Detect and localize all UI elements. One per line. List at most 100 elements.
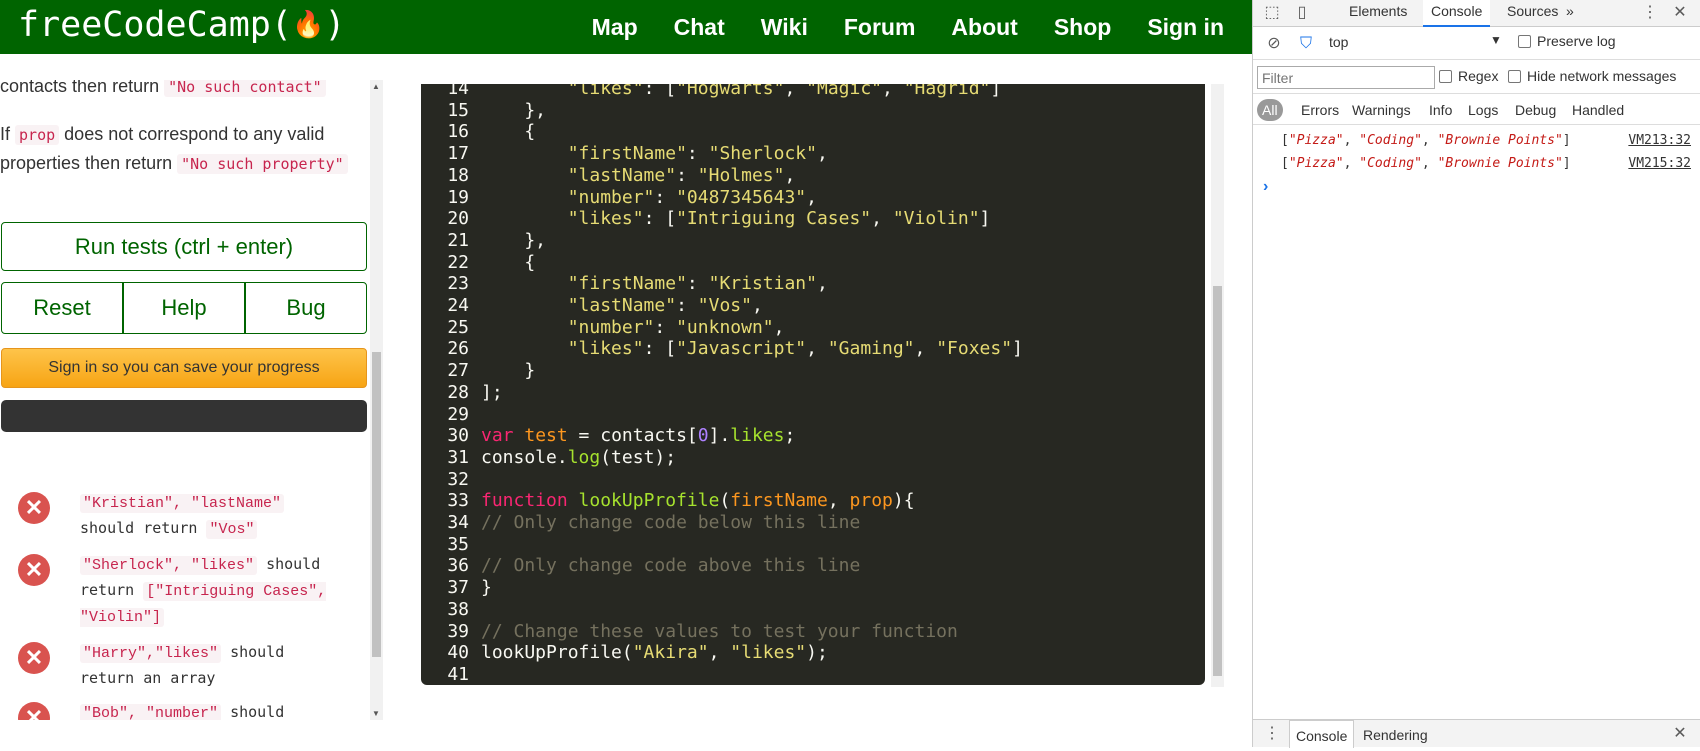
console-prompt-icon[interactable]: › bbox=[1263, 178, 1268, 196]
level-handled[interactable]: Handled bbox=[1572, 99, 1624, 121]
bug-button[interactable]: Bug bbox=[245, 282, 367, 334]
code-line[interactable]: 19 "number": "0487345643", bbox=[421, 187, 817, 209]
code-line[interactable]: 34 // Only change code below this line bbox=[421, 512, 860, 534]
code-line[interactable]: 29 bbox=[421, 404, 481, 426]
drawer-close-icon[interactable]: ✕ bbox=[1669, 723, 1691, 745]
test-description: "Bob", "number" should bbox=[80, 700, 330, 720]
code-line[interactable]: 24 "lastName": "Vos", bbox=[421, 295, 762, 317]
code-token: : bbox=[654, 186, 677, 208]
line-number: 17 bbox=[447, 143, 469, 165]
nav-wiki[interactable]: Wiki bbox=[743, 0, 826, 54]
scroll-up-arrow-icon[interactable]: ▲ bbox=[372, 82, 380, 91]
code-line[interactable]: 32 bbox=[421, 469, 481, 491]
nav-sign-in[interactable]: Sign in bbox=[1129, 0, 1252, 54]
logo[interactable]: freeCodeCamp(🔥) bbox=[18, 3, 345, 47]
code-line[interactable]: 27 } bbox=[421, 360, 535, 382]
code-line[interactable]: 21 }, bbox=[421, 230, 546, 252]
sign-in-save-progress-button[interactable]: Sign in so you can save your progress bbox=[1, 348, 367, 388]
code-line[interactable]: 33 function lookUpProfile(firstName, prop… bbox=[421, 490, 914, 512]
code-token: "Foxes" bbox=[936, 338, 1013, 360]
regex-checkbox[interactable]: Regex bbox=[1439, 68, 1498, 84]
code-line[interactable]: 26 "likes": ["Javascript", "Gaming", "Fo… bbox=[421, 338, 1023, 360]
scrollbar-thumb[interactable] bbox=[372, 352, 381, 657]
code-line[interactable]: 22 { bbox=[421, 252, 535, 274]
code-token: function bbox=[481, 490, 568, 512]
tab-elements[interactable]: Elements bbox=[1341, 0, 1415, 27]
code-line[interactable]: 17 "firstName": "Sherlock", bbox=[421, 143, 828, 165]
preserve-log-checkbox[interactable]: Preserve log bbox=[1518, 33, 1616, 49]
code-line[interactable]: 40 lookUpProfile("Akira", "likes"); bbox=[421, 642, 828, 664]
line-number: 22 bbox=[447, 251, 469, 273]
device-toolbar-icon[interactable]: ▯ bbox=[1291, 2, 1313, 24]
chevron-down-icon[interactable]: ▼ bbox=[1490, 33, 1502, 47]
code-token: ; bbox=[784, 425, 796, 447]
level-logs[interactable]: Logs bbox=[1468, 99, 1498, 121]
code-line[interactable]: 18 "lastName": "Holmes", bbox=[421, 165, 795, 187]
instructions-scrollbar[interactable]: ▲ ▼ bbox=[370, 80, 383, 720]
editor-scrollbar[interactable] bbox=[1211, 84, 1224, 687]
scroll-down-arrow-icon[interactable]: ▼ bbox=[372, 709, 380, 718]
drawer-menu-icon[interactable]: ⋮ bbox=[1261, 723, 1283, 745]
code-token: "likes" bbox=[730, 642, 807, 664]
hide-network-checkbox[interactable]: Hide network messages bbox=[1508, 68, 1676, 84]
code-line[interactable]: 38 bbox=[421, 599, 481, 621]
level-warnings[interactable]: Warnings bbox=[1352, 99, 1411, 121]
code-line[interactable]: 41 bbox=[421, 664, 481, 685]
code-line[interactable]: 20 "likes": ["Intriguing Cases", "Violin… bbox=[421, 208, 990, 230]
code-line[interactable]: 28]; bbox=[421, 382, 502, 404]
code-line[interactable]: 37} bbox=[421, 577, 492, 599]
filter-icon[interactable]: ⛉ bbox=[1295, 33, 1317, 55]
drawer-tab-console[interactable]: Console bbox=[1289, 720, 1355, 748]
code-token: : bbox=[686, 143, 709, 165]
code-token: "number" bbox=[567, 316, 655, 338]
code-line[interactable]: 39 // Change these values to test your fu… bbox=[421, 621, 958, 643]
close-icon[interactable]: ✕ bbox=[1669, 2, 1691, 24]
source-link[interactable]: VM215:32 bbox=[1628, 152, 1691, 175]
nav-about[interactable]: About bbox=[933, 0, 1035, 54]
line-number: 24 bbox=[447, 295, 469, 316]
log-value[interactable]: ["Pizza", "Coding", "Brownie Points"] bbox=[1281, 152, 1571, 175]
devtools-menu-icon[interactable]: ⋮ bbox=[1639, 2, 1661, 24]
context-select[interactable]: top bbox=[1329, 34, 1348, 50]
code-line[interactable]: 35 bbox=[421, 534, 481, 556]
nav-shop[interactable]: Shop bbox=[1036, 0, 1130, 54]
inspect-element-icon[interactable]: ⬚ bbox=[1261, 2, 1283, 24]
code-line[interactable]: 23 "firstName": "Kristian", bbox=[421, 273, 828, 295]
reset-button[interactable]: Reset bbox=[1, 282, 123, 334]
code-line[interactable]: 15 }, bbox=[421, 100, 546, 122]
level-errors[interactable]: Errors bbox=[1301, 99, 1339, 121]
level-info[interactable]: Info bbox=[1429, 99, 1452, 121]
nav-chat[interactable]: Chat bbox=[656, 0, 743, 54]
filter-input[interactable] bbox=[1257, 66, 1435, 89]
devtools-drawer: ⋮ Console Rendering ✕ bbox=[1253, 719, 1700, 748]
devtools-panel: ⬚ ▯ Elements Console Sources » ⋮ ✕ ⊘ ⛉ t… bbox=[1252, 0, 1700, 748]
line-number: 27 bbox=[447, 360, 469, 382]
log-value[interactable]: ["Pizza", "Coding", "Brownie Points"] bbox=[1281, 129, 1571, 152]
tab-console[interactable]: Console bbox=[1423, 0, 1491, 27]
code-line[interactable]: 30 var test = contacts[0].likes; bbox=[421, 425, 795, 447]
nav-forum[interactable]: Forum bbox=[826, 0, 934, 54]
source-link[interactable]: VM213:32 bbox=[1628, 129, 1691, 152]
devtools-tabbar: ⬚ ▯ Elements Console Sources » ⋮ ✕ bbox=[1253, 0, 1700, 27]
code-line[interactable]: 31 console.log(test); bbox=[421, 447, 676, 469]
line-number: 35 bbox=[447, 533, 469, 555]
code-line[interactable]: 14 "likes": ["Hogwarts", "Magic", "Hagri… bbox=[421, 84, 1001, 100]
scrollbar-thumb[interactable] bbox=[1213, 286, 1222, 676]
nav-map[interactable]: Map bbox=[574, 0, 656, 54]
code-token: } bbox=[481, 360, 536, 382]
help-button[interactable]: Help bbox=[123, 282, 245, 334]
code-token: firstName bbox=[730, 490, 828, 512]
drawer-tab-rendering[interactable]: Rendering bbox=[1357, 720, 1434, 748]
code-token: "likes" bbox=[567, 84, 644, 99]
level-debug[interactable]: Debug bbox=[1515, 99, 1556, 121]
level-all[interactable]: All bbox=[1257, 99, 1283, 121]
code-editor[interactable]: 14 "likes": ["Hogwarts", "Magic", "Hagri… bbox=[421, 84, 1205, 685]
code-line[interactable]: 25 "number": "unknown", bbox=[421, 317, 784, 339]
tab-sources[interactable]: Sources bbox=[1499, 0, 1566, 27]
more-tabs-icon[interactable]: » bbox=[1558, 0, 1582, 27]
clear-console-icon[interactable]: ⊘ bbox=[1263, 33, 1285, 55]
run-tests-button[interactable]: Run tests (ctrl + enter) bbox=[1, 222, 367, 271]
code-line[interactable]: 16 { bbox=[421, 121, 535, 143]
code-line[interactable]: 36 // Only change code above this line bbox=[421, 555, 860, 577]
code-token: console. bbox=[481, 446, 568, 468]
